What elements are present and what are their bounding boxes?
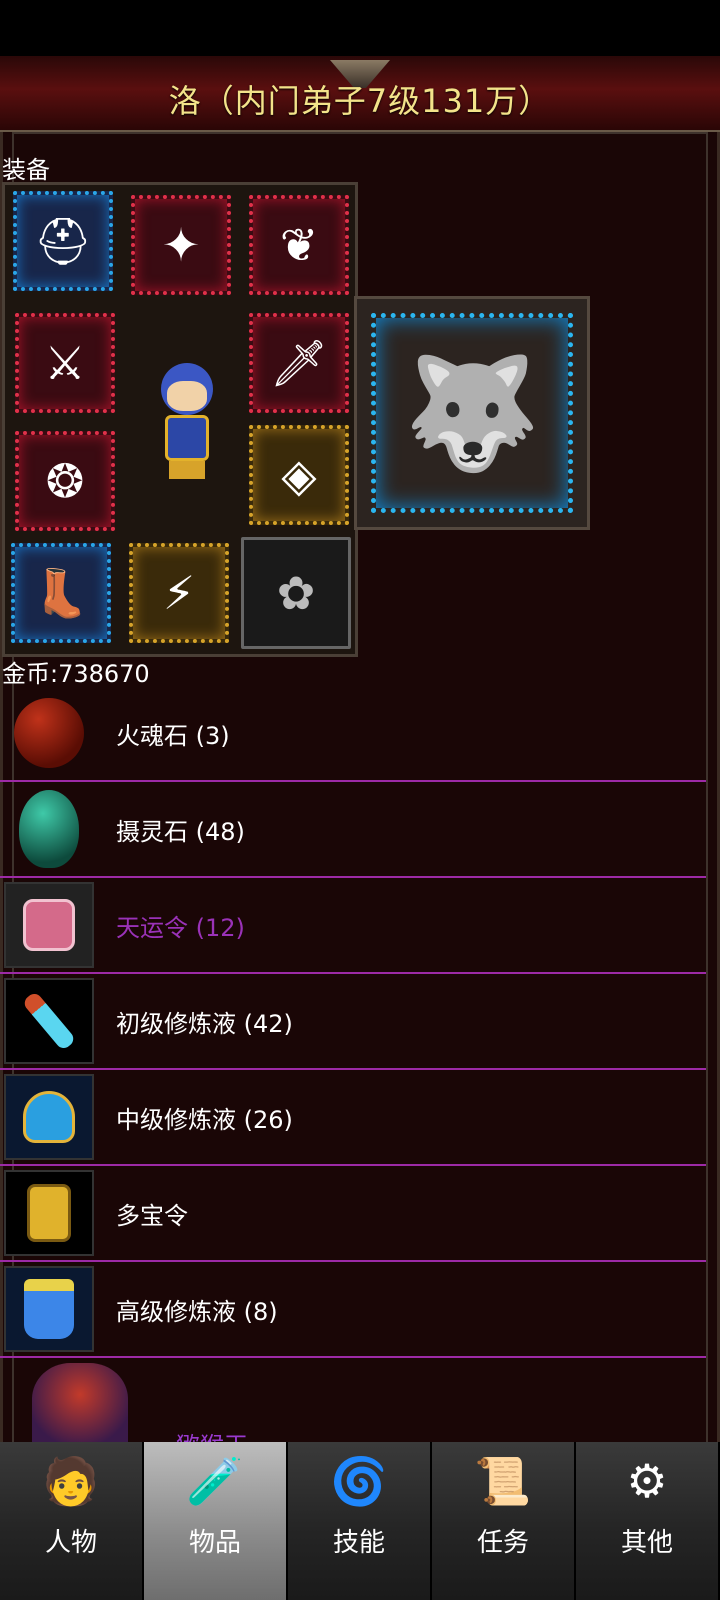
list-item[interactable]: 火魂石 (3) — [0, 686, 706, 782]
list-item[interactable]: 中级修炼液 (26) — [0, 1070, 706, 1166]
gold-token-icon — [4, 1170, 94, 1256]
green-egg-icon — [4, 786, 94, 872]
tab-character[interactable]: 🧑 人物 — [0, 1442, 144, 1600]
necklace-slot[interactable]: ❦ — [249, 195, 349, 295]
boots-icon: 👢 — [32, 565, 90, 620]
sword-icon: ⚔ — [44, 336, 86, 390]
mount-panel[interactable]: 🐺 — [354, 296, 590, 530]
armor-slot[interactable]: ✦ — [131, 195, 231, 295]
red-stone-icon — [4, 690, 94, 776]
status-bar — [0, 0, 720, 56]
tab-label: 任务 — [476, 1528, 529, 1558]
character-title: 洛（内门弟子7级131万） — [168, 82, 552, 120]
item-name: 火魂石 (3) — [116, 722, 230, 750]
list-item[interactable]: 多宝令 — [0, 1166, 706, 1262]
character-icon: 🧑 — [42, 1454, 100, 1508]
item-name: 高级修炼液 (8) — [116, 1298, 278, 1326]
skills-icon: 🌀 — [330, 1454, 388, 1508]
item-name: 中级修炼液 (26) — [116, 1106, 293, 1134]
character-avatar — [153, 363, 219, 481]
boots-slot[interactable]: 👢 — [11, 543, 111, 643]
belt-slot[interactable]: ◈ — [249, 425, 349, 525]
item-list: 火魂石 (3) 摄灵石 (48) 天运令 (12) 初级修炼液 (42) 中级修… — [0, 686, 720, 1460]
equipment-label: 装备 — [2, 156, 50, 184]
vial-icon — [4, 978, 94, 1064]
necklace-icon: ❦ — [279, 218, 319, 272]
armor-icon: ✦ — [161, 218, 201, 272]
charm-icon: ✿ — [276, 566, 316, 620]
list-item[interactable]: 初级修炼液 (42) — [0, 974, 706, 1070]
weapon-icon: 🗡 — [269, 335, 329, 390]
ring-icon: ⚡ — [162, 566, 196, 620]
quests-icon: 📜 — [474, 1454, 532, 1508]
list-item[interactable]: 天运令 (12) — [0, 878, 706, 974]
tab-label: 人物 — [44, 1528, 97, 1558]
item-name: 多宝令 — [116, 1202, 188, 1230]
list-item[interactable]: 高级修炼液 (8) — [0, 1262, 706, 1358]
item-name: 摄灵石 (48) — [116, 818, 245, 846]
potion-icon — [4, 1266, 94, 1352]
token-icon — [4, 882, 94, 968]
items-icon: 🧪 — [186, 1454, 244, 1508]
tab-items[interactable]: 🧪 物品 — [144, 1442, 288, 1600]
tab-label: 技能 — [332, 1528, 385, 1558]
other-icon: ⚙ — [626, 1454, 668, 1508]
helmet-slot[interactable]: ⛑ — [13, 191, 113, 291]
charm-slot[interactable]: ✿ — [241, 537, 351, 649]
tab-quests[interactable]: 📜 任务 — [432, 1442, 576, 1600]
gold-amount: 金币:738670 — [2, 660, 150, 688]
ring-slot[interactable]: ⚡ — [129, 543, 229, 643]
tab-other[interactable]: ⚙ 其他 — [576, 1442, 720, 1600]
item-name: 初级修炼液 (42) — [116, 1010, 293, 1038]
sword-slot[interactable]: ⚔ — [15, 313, 115, 413]
belt-icon: ◈ — [281, 448, 317, 502]
item-name: 天运令 (12) — [116, 914, 245, 942]
equipment-panel: ⛑ ✦ ❦ ⚔ 🗡 ❂ ◈ 👢 ⚡ ✿ — [2, 182, 358, 657]
weapon-slot[interactable]: 🗡 — [249, 313, 349, 413]
bracer-slot[interactable]: ❂ — [15, 431, 115, 531]
beast-mount-icon: 🐺 — [371, 313, 573, 513]
list-item[interactable]: 摄灵石 (48) — [0, 782, 706, 878]
bottom-tab-bar: 🧑 人物 🧪 物品 🌀 技能 📜 任务 ⚙ 其他 — [0, 1442, 720, 1600]
helmet-icon: ⛑ — [33, 213, 93, 268]
tab-label: 其他 — [620, 1528, 673, 1558]
flask-icon — [4, 1074, 94, 1160]
tab-label: 物品 — [188, 1528, 241, 1558]
tab-skills[interactable]: 🌀 技能 — [288, 1442, 432, 1600]
bracer-icon: ❂ — [45, 454, 85, 508]
